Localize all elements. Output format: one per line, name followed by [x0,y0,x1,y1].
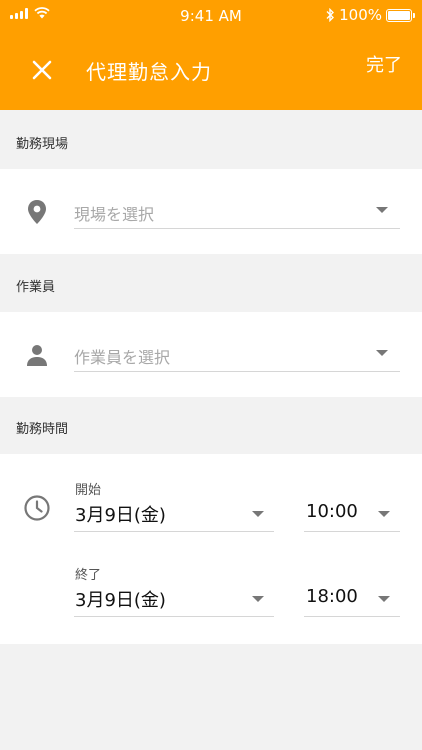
bluetooth-icon [326,8,335,22]
dropdown-arrow-icon [378,511,390,517]
location-pin-icon [28,200,46,224]
start-time-value: 10:00 [306,501,358,522]
close-icon[interactable] [26,54,58,86]
start-date-select[interactable]: 3月9日(金) [74,496,274,532]
dropdown-arrow-icon [252,596,264,602]
dropdown-arrow-icon [376,350,388,356]
work-time-section-header: 勤務時間 [16,422,69,437]
dropdown-arrow-icon [376,207,388,213]
site-card: 現場を選択 [0,169,422,254]
status-bar: 9:41 AM 100% [0,0,422,30]
app-header: 9:41 AM 100% 代理勤怠入力 完了 [0,0,422,110]
end-time-select[interactable]: 18:00 [304,581,400,617]
clock-icon [24,495,50,521]
done-button[interactable]: 完了 [366,51,402,77]
battery-icon [386,8,415,22]
start-date-value: 3月9日(金) [75,505,166,526]
worker-section-header: 作業員 [16,280,56,295]
end-time-value: 18:00 [306,586,358,607]
worker-select[interactable]: 作業員を選択 [74,334,400,372]
status-right: 100% [326,6,415,24]
end-date-select[interactable]: 3月9日(金) [74,581,274,617]
site-section-header: 勤務現場 [16,137,69,152]
work-time-card: 開始 3月9日(金) 10:00 終了 3月9日(金) 18:00 [0,454,422,644]
dropdown-arrow-icon [252,511,264,517]
site-select-placeholder: 現場を選択 [74,205,155,224]
worker-card: 作業員を選択 [0,312,422,397]
person-icon [27,345,47,366]
battery-percent: 100% [339,6,382,24]
end-date-value: 3月9日(金) [75,590,166,611]
dropdown-arrow-icon [378,596,390,602]
start-time-select[interactable]: 10:00 [304,496,400,532]
worker-select-placeholder: 作業員を選択 [74,348,171,367]
page-title: 代理勤怠入力 [86,60,212,84]
site-select[interactable]: 現場を選択 [74,191,400,229]
